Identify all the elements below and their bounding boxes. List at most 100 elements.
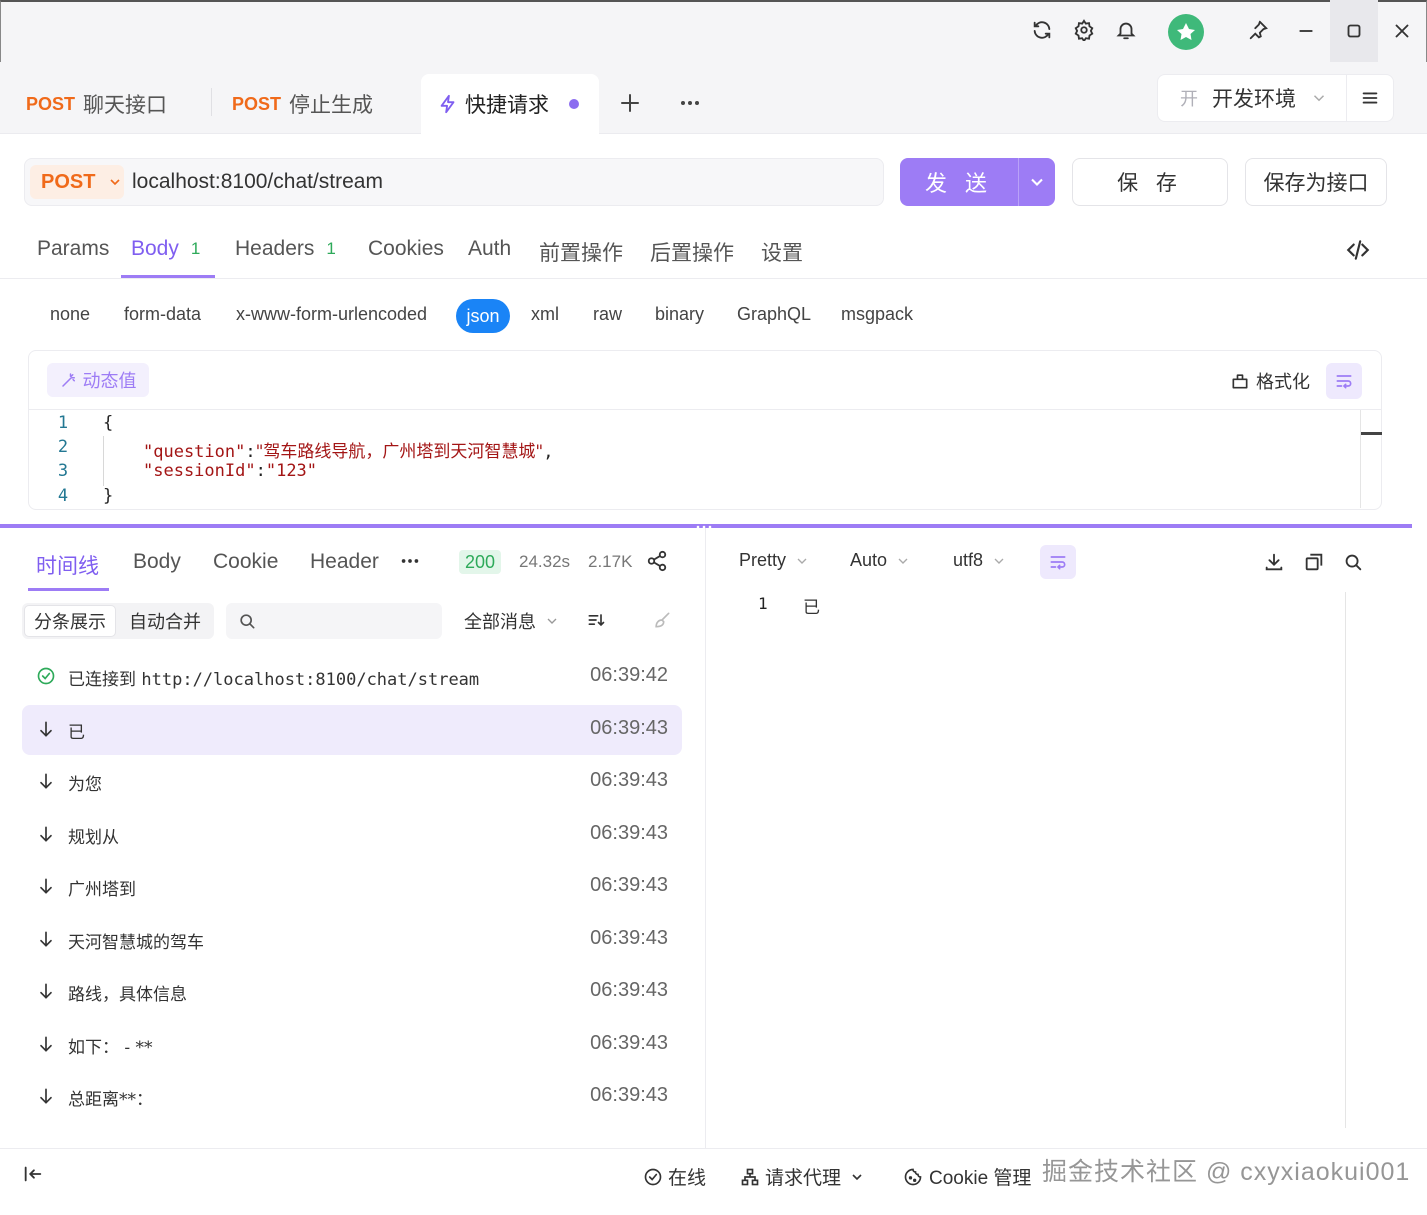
- request-proxy-button[interactable]: 请求代理: [740, 1163, 865, 1190]
- tab-pre-actions[interactable]: 前置操作: [539, 237, 623, 267]
- minimize-icon[interactable]: [1282, 0, 1330, 62]
- editor-scrollbar[interactable]: [1360, 410, 1361, 508]
- json-value: "123": [265, 461, 318, 481]
- tab-body[interactable]: Body 1: [131, 237, 200, 261]
- arrow-down-icon: [36, 824, 56, 844]
- format-select[interactable]: Pretty: [739, 550, 810, 571]
- timeline-row[interactable]: 已连接到 http://localhost:8100/chat/stream 0…: [22, 652, 682, 702]
- close-icon[interactable]: [1378, 0, 1426, 62]
- word-wrap-icon[interactable]: [1040, 545, 1076, 579]
- code-icon[interactable]: [1345, 237, 1371, 263]
- network-icon: [740, 1167, 760, 1187]
- dynamic-value-button[interactable]: 动态值: [47, 363, 149, 397]
- body-type-xml[interactable]: xml: [531, 304, 559, 325]
- menu-icon[interactable]: [1346, 74, 1394, 122]
- cookie-label: Cookie 管理: [929, 1168, 1032, 1189]
- timeline-row[interactable]: 为您 06:39:43: [22, 757, 682, 807]
- encoding-select[interactable]: utf8: [953, 550, 1007, 571]
- url-input[interactable]: localhost:8100/chat/stream: [132, 170, 383, 194]
- tab-response-cookie[interactable]: Cookie: [213, 550, 278, 574]
- more-tabs-icon[interactable]: [678, 91, 702, 115]
- sort-icon[interactable]: [586, 610, 606, 630]
- send-dropdown[interactable]: [1018, 158, 1055, 206]
- download-icon[interactable]: [1262, 550, 1286, 574]
- body-type-msgpack[interactable]: msgpack: [841, 304, 913, 325]
- collapse-sidebar-icon[interactable]: [22, 1163, 44, 1185]
- tab-stop-generation[interactable]: POST 停止生成: [232, 68, 373, 140]
- vertical-divider[interactable]: [705, 528, 706, 1148]
- timeline-row[interactable]: 总距离**： 06:39:43: [22, 1072, 682, 1122]
- timeline-row[interactable]: 规划从 06:39:43: [22, 810, 682, 860]
- scroll-thumb[interactable]: [1361, 432, 1382, 435]
- mode-select[interactable]: Auto: [850, 550, 911, 571]
- save-as-api-button[interactable]: 保存为接口: [1245, 158, 1387, 206]
- code-line[interactable]: }: [103, 486, 113, 506]
- tab-timeline[interactable]: 时间线: [36, 550, 99, 580]
- tab-label: 设置: [761, 242, 803, 265]
- timeline-time: 06:39:43: [590, 979, 668, 1001]
- cookie-manager-button[interactable]: Cookie 管理: [903, 1163, 1031, 1190]
- split-view-option[interactable]: 分条展示: [24, 605, 116, 637]
- tab-auth[interactable]: Auth: [468, 237, 511, 261]
- word-wrap-icon[interactable]: [1326, 363, 1362, 399]
- timeline-row[interactable]: 广州塔到 06:39:43: [22, 862, 682, 912]
- message-filter-select[interactable]: 全部消息: [464, 608, 560, 634]
- preview-text[interactable]: 已: [803, 593, 820, 618]
- share-icon[interactable]: [646, 550, 668, 572]
- environment-select[interactable]: 开 开发环境: [1157, 74, 1347, 122]
- arrow-down-icon: [36, 981, 56, 1001]
- settings-icon[interactable]: [1068, 14, 1100, 46]
- chevron-down-icon: [849, 1169, 865, 1185]
- body-type-json[interactable]: json: [456, 299, 510, 333]
- code-line[interactable]: "question":"驾车路线导航，广州塔到天河智慧城",: [143, 437, 554, 462]
- body-editor: [28, 350, 1382, 510]
- body-type-graphql[interactable]: GraphQL: [737, 304, 811, 325]
- code-line[interactable]: {: [103, 413, 113, 433]
- body-type-none[interactable]: none: [50, 304, 90, 325]
- body-type-raw[interactable]: raw: [593, 304, 622, 325]
- json-value: "驾车路线导航，广州塔到天河智慧城": [255, 442, 544, 462]
- format-button[interactable]: 格式化: [1230, 368, 1310, 394]
- method-label: POST: [41, 170, 96, 193]
- timeline-row[interactable]: 路线，具体信息 06:39:43: [22, 967, 682, 1017]
- tab-settings[interactable]: 设置: [761, 237, 803, 267]
- preview-scrollbar[interactable]: [1345, 592, 1346, 1128]
- clear-icon[interactable]: [652, 610, 672, 630]
- magic-wand-icon: [60, 371, 78, 389]
- method-select[interactable]: POST: [30, 165, 124, 199]
- drag-handle-icon[interactable]: [696, 525, 712, 529]
- search-icon[interactable]: [1341, 550, 1365, 574]
- tab-response-header[interactable]: Header: [310, 550, 379, 574]
- body-type-form-data[interactable]: form-data: [124, 304, 201, 325]
- json-comma: ,: [543, 442, 554, 462]
- timeline-row[interactable]: 天河智慧城的驾车 06:39:43: [22, 915, 682, 965]
- add-tab-icon[interactable]: [618, 91, 642, 115]
- tab-headers[interactable]: Headers 1: [235, 237, 336, 261]
- online-status[interactable]: 在线: [643, 1163, 706, 1190]
- tab-cookies[interactable]: Cookies: [368, 237, 444, 261]
- tab-chat-api[interactable]: POST 聊天接口: [26, 68, 167, 140]
- refresh-icon[interactable]: [1026, 14, 1058, 46]
- send-button[interactable]: 发 送: [900, 158, 1018, 206]
- bell-icon[interactable]: [1110, 14, 1142, 46]
- merge-view-option[interactable]: 自动合并: [116, 605, 214, 637]
- tab-quick-request[interactable]: 快捷请求: [421, 74, 599, 134]
- save-button[interactable]: 保 存: [1072, 158, 1228, 206]
- maximize-icon[interactable]: [1330, 0, 1378, 62]
- copy-icon[interactable]: [1302, 550, 1326, 574]
- pin-icon[interactable]: [1242, 14, 1274, 46]
- tab-post-actions[interactable]: 后置操作: [650, 237, 734, 267]
- body-type-binary[interactable]: binary: [655, 304, 704, 325]
- lightning-icon: [437, 93, 459, 115]
- tab-response-body[interactable]: Body: [133, 550, 181, 574]
- more-icon[interactable]: [399, 550, 421, 572]
- timeline-search-input[interactable]: [226, 603, 442, 639]
- timeline-row[interactable]: 如下： - ** 06:39:43: [22, 1020, 682, 1070]
- code-line[interactable]: "sessionId":"123": [143, 461, 317, 481]
- body-type-urlencoded[interactable]: x-www-form-urlencoded: [236, 304, 427, 325]
- timeline-row[interactable]: 已 06:39:43: [22, 705, 682, 755]
- avatar[interactable]: [1168, 14, 1204, 50]
- tab-params[interactable]: Params: [37, 237, 109, 261]
- timeline-text: 已: [68, 723, 85, 743]
- tab-count: 1: [326, 239, 336, 258]
